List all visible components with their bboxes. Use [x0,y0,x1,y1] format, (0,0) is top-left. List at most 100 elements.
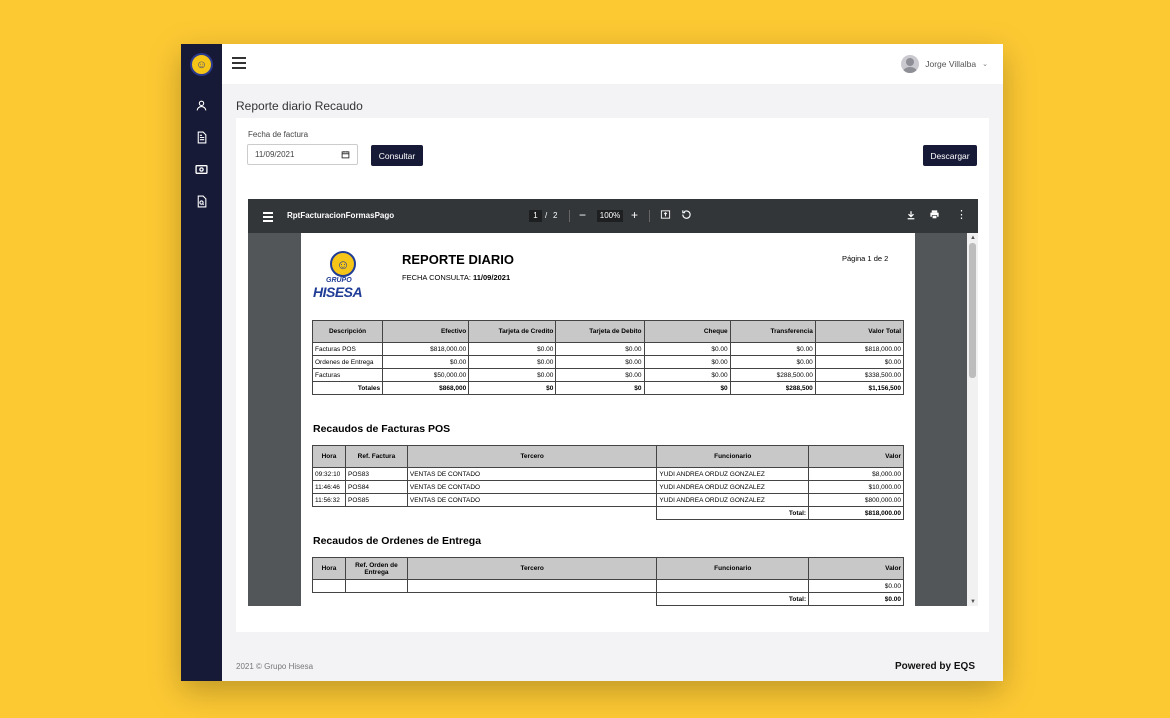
empty-cell [313,507,657,520]
cell: $0.00 [814,355,905,369]
chevron-down-icon: ⌄ [982,61,988,68]
table-row: Facturas $50,000.00 $0.00 $0.00 $0.00 $2… [311,368,905,382]
topbar: Jorge Villalba ⌄ [222,44,1003,84]
cell: $0.00 [643,355,731,369]
scroll-thumb[interactable] [969,243,976,378]
cell: $818,000.00 [808,506,904,520]
col-header: Valor [808,445,904,468]
cell: $0 [468,381,557,395]
table-header-row: Hora Ref. Factura Tercero Funcionario Va… [312,445,904,468]
col-header: Valor Total [814,320,905,343]
col-header: Hora [312,445,346,468]
page-number-input[interactable]: 1 [529,210,542,222]
cell: $0.00 [643,368,731,382]
pos-table: Hora Ref. Factura Tercero Funcionario Va… [312,445,904,520]
report-search-icon[interactable] [193,193,210,210]
cell: Facturas POS [311,342,384,356]
cell: $8,000.00 [808,467,904,481]
col-header: Valor [808,557,904,580]
download-icon[interactable] [906,209,916,223]
report-title: REPORTE DIARIO [402,252,514,267]
cell: $0.00 [468,368,557,382]
descargar-button[interactable]: Descargar [923,145,977,166]
cell: $0.00 [555,342,645,356]
col-header: Hora [312,557,346,580]
user-menu[interactable]: Jorge Villalba ⌄ [901,55,988,73]
summary-table: Descripción Efectivo Tarjeta de Credito … [311,320,905,395]
cell: Ordenes de Entrega [311,355,384,369]
cell: VENTAS DE CONTADO [406,480,658,494]
calendar-icon[interactable] [341,150,350,159]
col-header: Funcionario [656,445,810,468]
page-separator: / [545,211,548,220]
cell [344,579,408,593]
toolbar-divider [569,210,570,222]
date-label: Fecha de factura [248,130,309,139]
cell: $0.00 [468,342,557,356]
cell: 11:46:46 [312,480,346,494]
cell: POS85 [344,493,408,507]
fecha-value: 11/09/2021 [473,273,511,282]
hisesa-logo: ☺ GRUPO HISESA [313,251,373,301]
toolbar-divider [649,210,650,222]
table-header-row: Hora Ref. Orden de Entrega Tercero Funci… [312,557,904,580]
cell [406,579,658,593]
col-header: Ref. Orden de Entrega [344,557,408,580]
cell: $0.00 [555,368,645,382]
rotate-icon[interactable] [681,209,692,223]
cell: $800,000.00 [808,493,904,507]
col-header: Transferencia [729,320,816,343]
user-icon[interactable] [193,97,210,114]
col-header: Tercero [406,557,658,580]
cell: $0.00 [555,355,645,369]
cell: $868,000 [382,381,470,395]
cell: $0.00 [729,355,816,369]
scroll-up-icon[interactable]: ▲ [970,235,976,241]
report-card: Fecha de factura 11/09/2021 Consultar De… [236,118,989,632]
table-row: Ordenes de Entrega $0.00 $0.00 $0.00 $0.… [311,355,905,369]
pdf-viewer: RptFacturacionFormasPago 1 / 2 − 100% + [248,199,978,606]
col-header: Cheque [643,320,731,343]
cell: YUDI ANDREA ORDUZ GONZALEZ [656,493,810,507]
pdf-menu-icon[interactable] [263,212,273,224]
pdf-title: RptFacturacionFormasPago [287,211,395,220]
money-icon[interactable] [193,161,210,178]
more-options-icon[interactable]: ⋮ [956,208,967,222]
logo-name: HISESA [313,284,363,300]
pdf-scrollbar[interactable]: ▲ ▼ [967,233,978,606]
report-fecha: FECHA CONSULTA: 11/09/2021 [402,273,510,282]
cell: Totales [311,381,384,395]
fecha-label: FECHA CONSULTA: [402,273,471,282]
cell: $818,000.00 [814,342,905,356]
zoom-in-icon[interactable]: + [631,208,638,222]
print-icon[interactable] [929,209,940,223]
fit-page-icon[interactable] [660,209,671,223]
hisesa-mascot-icon: ☺ [330,251,356,277]
date-input[interactable]: 11/09/2021 [247,144,358,165]
totals-row: Totales $868,000 $0 $0 $0 $288,500 $1,15… [311,381,905,395]
cell: YUDI ANDREA ORDUZ GONZALEZ [656,467,810,481]
cell [312,579,346,593]
consultar-button[interactable]: Consultar [371,145,423,166]
cell: Total: [656,592,810,606]
powered-by: Powered by EQS [894,661,975,672]
col-header: Ref. Factura [344,445,408,468]
cell: $288,500.00 [729,368,816,382]
document-icon[interactable] [193,129,210,146]
scroll-down-icon[interactable]: ▼ [970,599,976,605]
cell: $818,000.00 [382,342,470,356]
cell: 11:56:32 [312,493,346,507]
cell: Facturas [311,368,384,382]
table-row: 11:56:32 POS85 VENTAS DE CONTADO YUDI AN… [312,493,904,507]
entrega-table: Hora Ref. Orden de Entrega Tercero Funci… [312,557,904,606]
logo-grupo: GRUPO [326,277,352,284]
cell: $0.00 [808,579,904,593]
cell: $0.00 [729,342,816,356]
zoom-out-icon[interactable]: − [579,208,586,222]
hisesa-logo-icon[interactable]: ☺ [190,53,213,76]
cell: $0 [643,381,731,395]
menu-toggle-icon[interactable] [232,57,246,71]
table-row: $0.00 [312,579,904,593]
table-row: 11:46:46 POS84 VENTAS DE CONTADO YUDI AN… [312,480,904,494]
zoom-input[interactable]: 100% [597,210,623,222]
